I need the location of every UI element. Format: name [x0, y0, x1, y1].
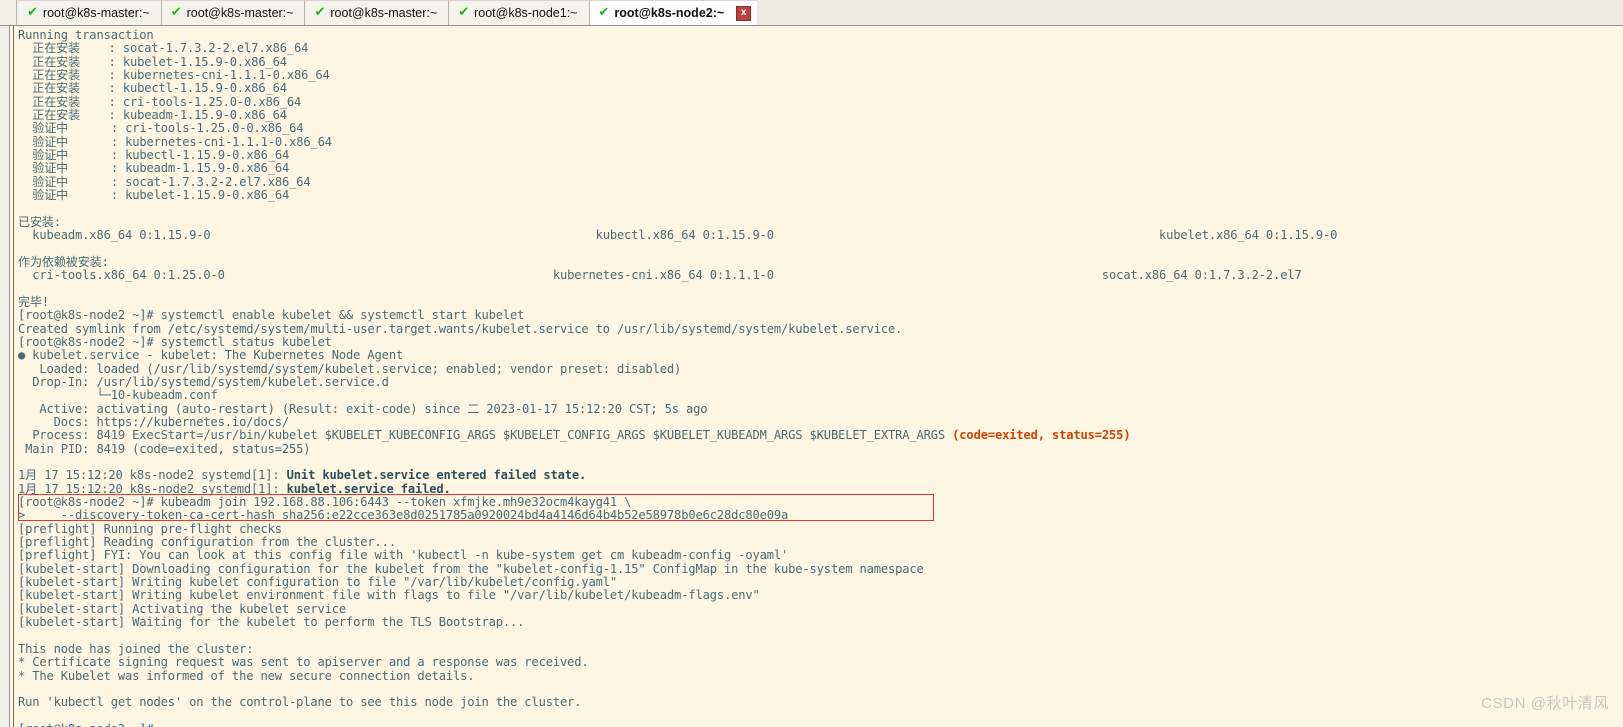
terminal-line: [kubelet-start] Activating the kubelet s… [18, 601, 347, 616]
terminal-tab-bar: ✔ root@k8s-master:~ ✔ root@k8s-master:~ ✔ roo… [0, 0, 1623, 26]
terminal-tab-label: root@k8s-node2:~ [614, 6, 725, 20]
terminal-line: [root@k8s-node2 ~]# [18, 722, 1623, 727]
terminal-line: > --discovery-token-ca-cert-hash sha256:… [18, 508, 789, 523]
terminal-text-segment: 1月 17 15:12:20 k8s-node2 systemd[1]: [18, 481, 287, 496]
terminal-line: 正在安装 : kubectl-1.15.9-0.x86_64 [18, 81, 287, 96]
terminal-line: Docs: https://kubernetes.io/docs/ [18, 414, 289, 429]
terminal-line: cri-tools.x86_64 0:1.25.0-0 kubernetes-c… [18, 268, 1302, 283]
close-icon[interactable]: x [736, 5, 752, 21]
terminal-line: * The Kubelet was informed of the new se… [18, 668, 475, 683]
terminal-tab-3[interactable]: ✔ root@k8s-node1:~ [449, 0, 590, 25]
check-icon: ✔ [170, 4, 182, 20]
terminal-line: [root@k8s-node2 ~]# systemctl status kub… [18, 334, 332, 349]
terminal-line: [preflight] Reading configuration from t… [18, 535, 396, 550]
terminal-line: Run 'kubectl get nodes' on the control-p… [18, 695, 582, 710]
terminal-line: [kubelet-start] Downloading configuratio… [18, 561, 924, 576]
terminal-line: kubeadm.x86_64 0:1.15.9-0 kubectl.x86_64… [18, 228, 1338, 243]
terminal-text-segment: Unit kubelet.service entered failed stat… [286, 468, 587, 483]
terminal-line: 1月 17 15:12:20 k8s-node2 systemd[1]: Uni… [18, 469, 1623, 482]
terminal-tab-4[interactable]: ✔ root@k8s-node2:~ x [589, 0, 758, 25]
terminal-line: Loaded: loaded (/usr/lib/systemd/system/… [18, 361, 682, 376]
terminal-line: [root@k8s-node2 ~]# systemctl enable kub… [18, 308, 525, 323]
terminal-left-gutter [0, 26, 10, 727]
check-icon: ✔ [598, 4, 610, 20]
terminal-text-segment: kubelet.service failed. [286, 481, 451, 496]
terminal-tab-1[interactable]: ✔ root@k8s-master:~ [161, 0, 306, 25]
terminal-line: 1月 17 15:12:20 k8s-node2 systemd[1]: kub… [18, 481, 1623, 496]
terminal-tab-label: root@k8s-master:~ [42, 6, 150, 20]
terminal-line: [preflight] FYI: You can look at this co… [18, 548, 789, 563]
terminal-output[interactable]: Running transaction 正在安装 : socat-1.7.3.2… [15, 26, 1623, 727]
terminal-line: 作为依赖被安装: [18, 254, 109, 269]
terminal-tab-label: root@k8s-master:~ [186, 6, 294, 20]
terminal-tab-2[interactable]: ✔ root@k8s-master:~ [305, 0, 450, 25]
terminal-text-segment: (code=exited, status=255) [952, 428, 1131, 443]
check-icon: ✔ [27, 4, 38, 20]
terminal-line: Process: 8419 ExecStart=/usr/bin/kubelet… [18, 429, 1623, 442]
terminal-line: [preflight] Running pre-flight checks [18, 521, 282, 536]
terminal-line: Created symlink from /etc/systemd/system… [18, 321, 903, 336]
check-icon: ✔ [458, 4, 470, 20]
terminal-line: ● kubelet.service - kubelet: The Kuberne… [18, 348, 404, 363]
terminal-line: 验证中 : kubelet-1.15.9-0.x86_64 [18, 188, 290, 203]
terminal-line: Drop-In: /usr/lib/systemd/system/kubelet… [18, 374, 389, 389]
watermark-label: CSDN @秋叶清风 [1481, 695, 1609, 712]
terminal-line: 完毕! [18, 294, 50, 309]
terminal-line: Active: activating (auto-restart) (Resul… [18, 401, 708, 416]
terminal-tab-label: root@k8s-node1:~ [474, 6, 578, 20]
terminal-line: * Certificate signing request was sent t… [18, 655, 589, 670]
terminal-line: [kubelet-start] Writing kubelet configur… [18, 575, 618, 590]
check-icon: ✔ [314, 4, 326, 20]
terminal-line: [kubelet-start] Writing kubelet environm… [18, 588, 760, 603]
terminal-line: 验证中 : cri-tools-1.25.0-0.x86_64 [18, 121, 304, 136]
terminal-text-segment: Process: 8419 ExecStart=/usr/bin/kubelet… [18, 428, 953, 443]
terminal-line: [root@k8s-node2 ~]# kubeadm join 192.168… [18, 495, 632, 510]
terminal-tab-label: root@k8s-master:~ [330, 6, 438, 20]
terminal-line: [kubelet-start] Waiting for the kubelet … [18, 615, 525, 630]
terminal-border [10, 26, 14, 727]
terminal-line: Main PID: 8419 (code=exited, status=255) [18, 441, 311, 456]
terminal-line: 验证中 : kubeadm-1.15.9-0.x86_64 [18, 161, 290, 176]
terminal-line: 正在安装 : socat-1.7.3.2-2.el7.x86_64 [18, 41, 309, 56]
terminal-window: Running transaction 正在安装 : socat-1.7.3.2… [0, 26, 1623, 727]
terminal-line: 已安装: [18, 214, 61, 229]
terminal-line: └─10-kubeadm.conf [18, 388, 218, 403]
terminal-line: This node has joined the cluster: [18, 641, 254, 656]
terminal-tab-0[interactable]: ✔ root@k8s-master:~ [18, 0, 162, 25]
terminal-text-segment: 1月 17 15:12:20 k8s-node2 systemd[1]: [18, 468, 287, 483]
